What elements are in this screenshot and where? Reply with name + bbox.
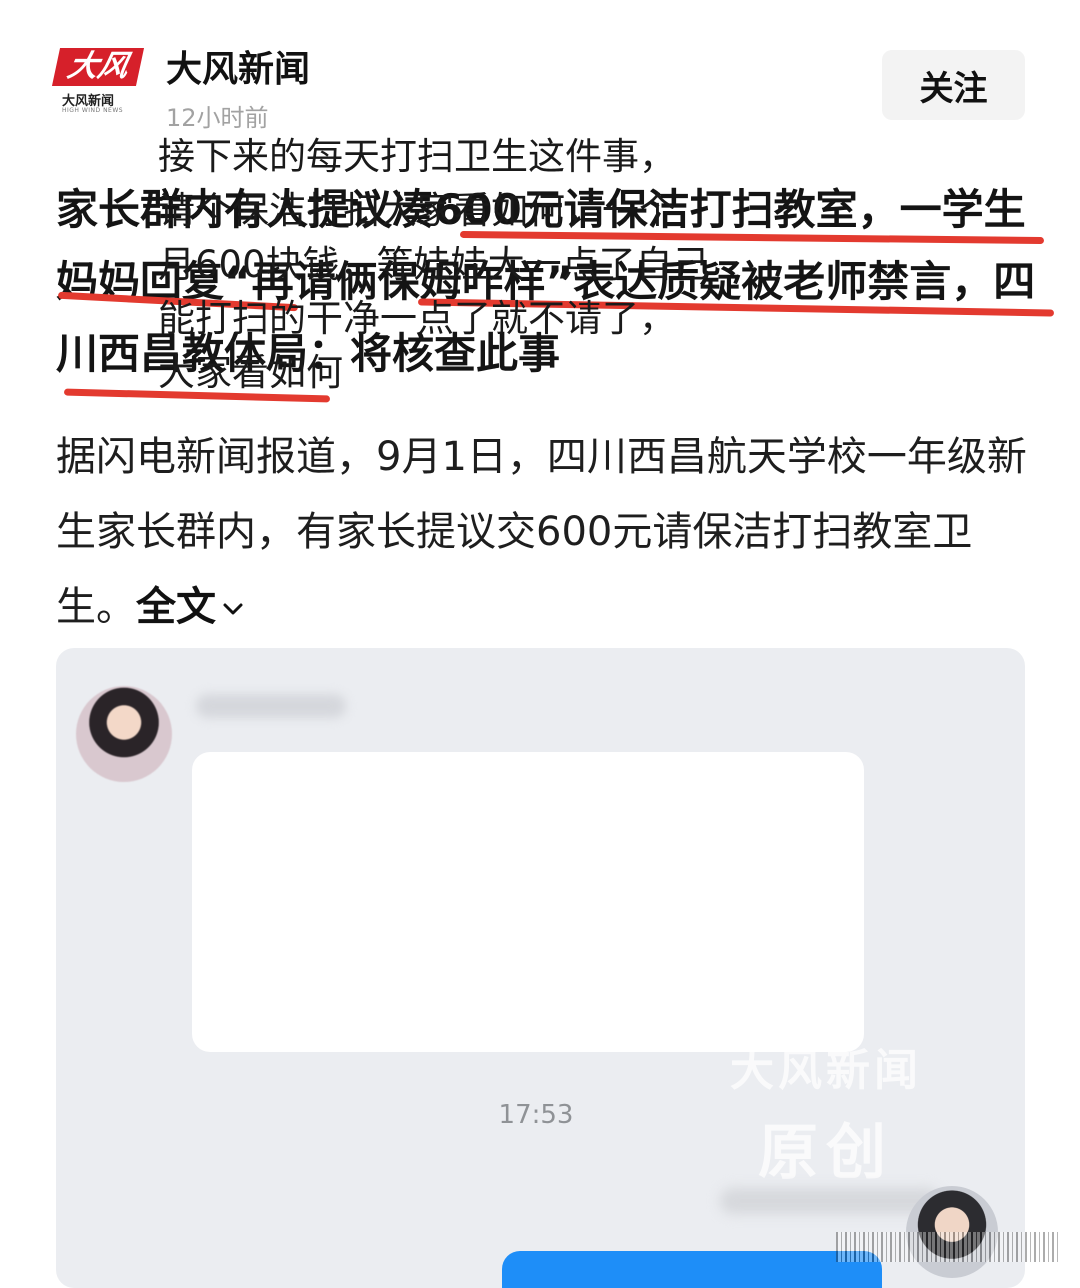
- chat-screenshot-image[interactable]: 17:53 大风新闻 原创: [56, 648, 1025, 1288]
- logo-english-name: HIGH WIND NEWS: [62, 107, 124, 114]
- sender-avatar: [76, 686, 172, 782]
- post-time: 12小时前: [166, 104, 269, 132]
- source-logo[interactable]: 大风 大风新闻 HIGH WIND NEWS: [51, 48, 145, 118]
- follow-button[interactable]: 关注: [882, 50, 1025, 120]
- chevron-down-icon: [223, 603, 243, 615]
- sent-message-bubble: [502, 1251, 882, 1288]
- expand-full-text-link[interactable]: 全文: [136, 584, 246, 630]
- expand-label: 全文: [136, 584, 216, 630]
- barcode-overlay: [836, 1232, 1058, 1262]
- post-header: 大风 大风新闻 HIGH WIND NEWS 大风新闻 12小时前 关注: [0, 0, 1080, 150]
- logo-mark: 大风: [51, 48, 145, 86]
- article-summary: 据闪电新闻报道，9月1日，四川西昌航天学校一年级新生家长群内，有家长提议交600…: [56, 420, 1036, 645]
- source-name[interactable]: 大风新闻: [166, 40, 310, 92]
- blurred-sender-name: [196, 694, 346, 718]
- message-bubble: [192, 752, 864, 1052]
- message-time: 17:53: [498, 1100, 574, 1130]
- message-text: 接下来的每天打扫卫生这件事， 请个保洁打扫大家看如何，一个 月600块钱，等娃娃…: [158, 135, 710, 394]
- blurred-reply-name: [720, 1188, 940, 1214]
